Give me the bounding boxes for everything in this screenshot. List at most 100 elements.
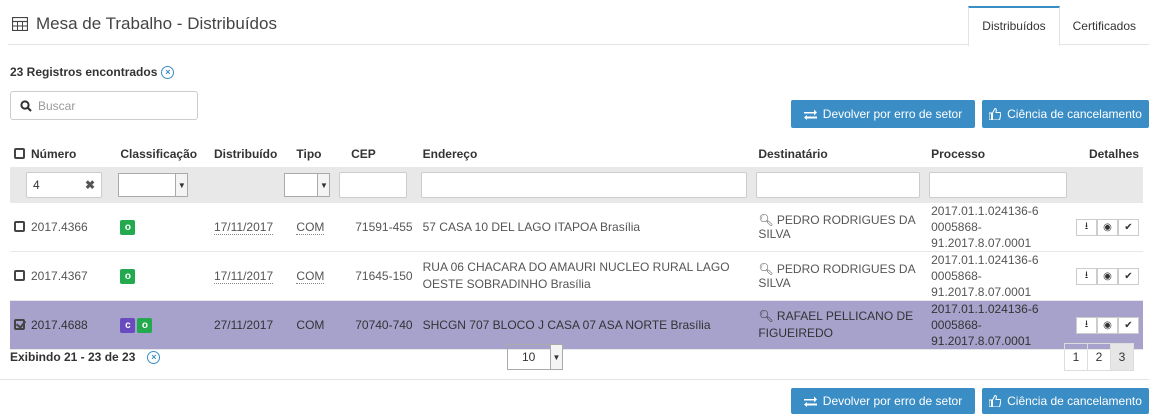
destinatario-filter-input[interactable] xyxy=(756,172,921,198)
search-box[interactable] xyxy=(10,91,198,120)
per-page-select[interactable]: 10 ▼ xyxy=(507,344,563,370)
row-processo-1: 2017.01.1.024136-6 xyxy=(931,302,1039,316)
col-numero-label: Número xyxy=(31,146,77,161)
row-processo-2: 0005868-91.2017.8.07.0001 xyxy=(931,220,1032,250)
row-checkbox[interactable] xyxy=(14,319,25,330)
row-distribuido: 27/11/2017 xyxy=(213,318,274,332)
check-icon[interactable]: ✔ xyxy=(1118,218,1139,236)
download-icon[interactable]: ⭳ xyxy=(1076,267,1097,285)
showing-label: Exibindo 21 - 23 de 23 xyxy=(10,350,136,364)
row-cep: 71591-455 xyxy=(339,203,419,252)
ciencia-button-bottom[interactable]: Ciência de cancelamento xyxy=(982,388,1149,414)
tabs: Distribuídos Certificados xyxy=(968,6,1149,46)
thumbs-up-icon xyxy=(989,108,1002,120)
table-row[interactable]: 2017.4367 o 17/11/2017 COM 71645-150 RUA… xyxy=(10,251,1143,301)
processo-filter-input[interactable] xyxy=(929,172,1068,198)
row-tipo: COM xyxy=(296,269,325,284)
page-3[interactable]: 3 xyxy=(1110,343,1134,371)
eye-icon[interactable]: ◉ xyxy=(1097,316,1118,334)
page-title: Mesa de Trabalho - Distribuídos xyxy=(12,14,277,34)
table-row[interactable]: 2017.4366 o 17/11/2017 COM 71591-455 57 … xyxy=(10,203,1143,252)
badge-o: o xyxy=(120,269,136,284)
page-1[interactable]: 1 xyxy=(1064,343,1088,371)
results-table: Número Classificação Distribuído Tipo CE… xyxy=(10,140,1143,350)
devolver-button-top[interactable]: Devolver por erro de setor xyxy=(791,100,975,128)
col-numero: Número xyxy=(10,140,116,167)
thumbs-up-icon xyxy=(989,395,1002,407)
check-icon[interactable]: ✔ xyxy=(1118,267,1139,285)
badge-o: o xyxy=(120,220,136,235)
search-icon[interactable]: 🔍︎ xyxy=(758,309,773,323)
row-destinatario[interactable]: PEDRO RODRIGUES DA SILVA xyxy=(758,262,915,290)
select-all-checkbox[interactable] xyxy=(14,147,25,159)
exchange-icon xyxy=(803,396,817,407)
row-checkbox[interactable] xyxy=(14,221,25,232)
row-destinatario[interactable]: RAFAEL PELLICANO DE FIGUEIREDO xyxy=(758,309,913,340)
devolver-label: Devolver por erro de setor xyxy=(822,394,963,408)
clear-filter-icon[interactable]: × xyxy=(161,65,175,79)
page-2[interactable]: 2 xyxy=(1087,343,1111,371)
records-count-label: 23 Registros encontrados xyxy=(10,65,158,79)
row-distribuido: 17/11/2017 xyxy=(213,269,274,284)
check-icon[interactable]: ✔ xyxy=(1118,316,1139,334)
col-classificacao: Classificação xyxy=(120,146,198,161)
row-endereco: 57 CASA 10 DEL LAGO ITAPOA Brasília xyxy=(418,203,755,252)
row-processo-1: 2017.01.1.024136-6 xyxy=(931,204,1039,218)
col-destinatario: Destinatário xyxy=(758,146,828,161)
row-destinatario[interactable]: PEDRO RODRIGUES DA SILVA xyxy=(758,213,915,241)
row-cep: 71645-150 xyxy=(339,251,419,301)
tab-distribuidos[interactable]: Distribuídos xyxy=(968,6,1060,46)
col-cep: CEP xyxy=(351,146,376,161)
download-icon[interactable]: ⭳ xyxy=(1076,316,1097,334)
row-numero: 2017.4688 xyxy=(31,318,88,332)
tab-certificados[interactable]: Certificados xyxy=(1060,6,1149,45)
eye-icon[interactable]: ◉ xyxy=(1097,267,1118,285)
dropdown-arrow-icon: ▼ xyxy=(550,345,562,369)
badge-c: c xyxy=(120,318,136,333)
dropdown-arrow-icon: ▼ xyxy=(317,174,330,196)
row-distribuido: 17/11/2017 xyxy=(213,220,274,235)
row-processo-1: 2017.01.1.024136-6 xyxy=(931,253,1039,267)
col-detalhes: Detalhes xyxy=(1088,146,1139,161)
classificacao-filter-select[interactable]: ▼ xyxy=(118,173,189,197)
numero-filter-input[interactable]: 4 ✖ xyxy=(26,172,102,198)
row-actions: ⭳ ◉ ✔ xyxy=(1073,218,1139,236)
exchange-icon xyxy=(803,109,817,120)
table-footer: Exibindo 21 - 23 de 23 × 10 ▼ 1 2 3 xyxy=(0,338,1149,380)
endereco-filter-input[interactable] xyxy=(420,172,747,198)
row-actions: ⭳ ◉ ✔ xyxy=(1073,267,1139,285)
search-icon[interactable]: 🔍︎ xyxy=(758,213,773,227)
devolver-label: Devolver por erro de setor xyxy=(822,107,963,121)
clear-selection-icon[interactable]: × xyxy=(147,350,161,364)
pagination: 1 2 3 xyxy=(1064,343,1134,371)
col-endereco: Endereço xyxy=(422,146,478,161)
showing-info: Exibindo 21 - 23 de 23 × xyxy=(10,350,161,364)
row-endereco: RUA 06 CHACARA DO AMAURI NUCLEO RURAL LA… xyxy=(418,251,755,301)
table-icon xyxy=(12,17,28,31)
col-tipo: Tipo xyxy=(296,146,322,161)
eye-icon[interactable]: ◉ xyxy=(1097,218,1118,236)
clear-icon[interactable]: ✖ xyxy=(85,178,95,192)
search-icon[interactable]: 🔍︎ xyxy=(758,262,773,276)
numero-filter-value: 4 xyxy=(33,178,40,192)
row-actions: ⭳ ◉ ✔ xyxy=(1073,316,1139,334)
ciencia-label: Ciência de cancelamento xyxy=(1007,107,1142,121)
devolver-button-bottom[interactable]: Devolver por erro de setor xyxy=(791,388,975,414)
cep-filter-input[interactable] xyxy=(339,172,408,198)
search-input[interactable] xyxy=(38,98,188,113)
tipo-filter-select[interactable]: ▼ xyxy=(284,173,331,197)
records-count: 23 Registros encontrados × xyxy=(10,65,175,79)
badge-o: o xyxy=(137,318,153,333)
download-icon[interactable]: ⭳ xyxy=(1076,218,1097,236)
ciencia-label: Ciência de cancelamento xyxy=(1007,394,1142,408)
row-tipo: COM xyxy=(296,318,325,332)
row-processo-2: 0005868-91.2017.8.07.0001 xyxy=(931,269,1032,299)
dropdown-arrow-icon: ▼ xyxy=(175,174,188,196)
row-tipo: COM xyxy=(296,220,325,235)
search-icon xyxy=(20,99,32,112)
col-distribuido: Distribuído xyxy=(213,146,278,161)
per-page-value: 10 xyxy=(522,350,536,364)
row-checkbox[interactable] xyxy=(14,270,25,281)
ciencia-button-top[interactable]: Ciência de cancelamento xyxy=(982,100,1149,128)
header-row: Número Classificação Distribuído Tipo CE… xyxy=(10,140,1143,167)
